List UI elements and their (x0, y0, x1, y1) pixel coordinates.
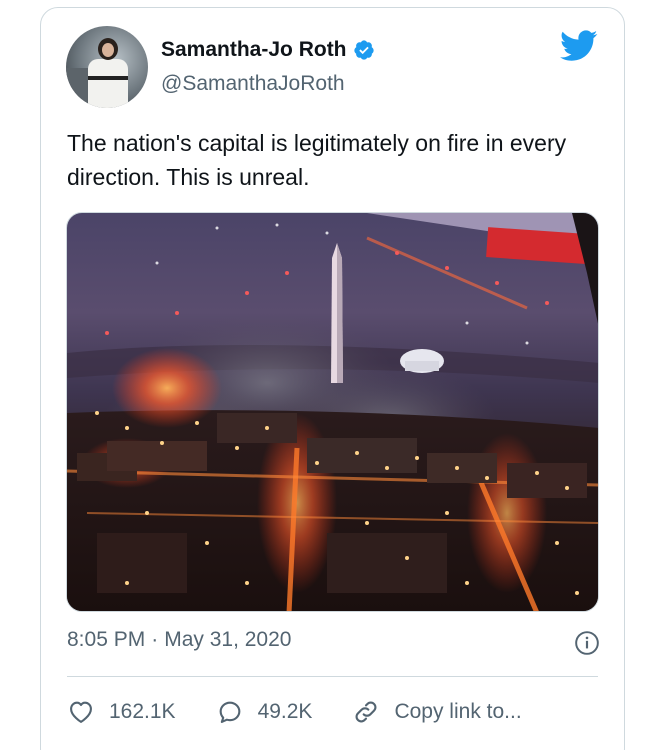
copy-link-button[interactable]: Copy link to... (352, 698, 522, 726)
author-name-row[interactable]: Samantha-Jo Roth (161, 38, 375, 62)
tweet-date: May 31, 2020 (164, 628, 292, 651)
like-button[interactable]: 162.1K (67, 698, 176, 726)
like-count: 162.1K (109, 700, 176, 723)
tweet-actions: 162.1K 49.2K Copy link to... (67, 698, 522, 726)
avatar[interactable] (66, 26, 148, 108)
speech-bubble-icon (219, 701, 240, 723)
tweet-photo[interactable] (66, 212, 599, 612)
author-handle[interactable]: @SamanthaJoRoth (161, 72, 345, 96)
tweet-time: 8:05 PM (67, 628, 146, 651)
link-icon (355, 701, 377, 723)
twitter-bird-icon[interactable] (560, 30, 598, 62)
info-icon[interactable] (574, 630, 600, 656)
verified-badge-icon (353, 40, 374, 60)
divider (67, 676, 598, 677)
timestamp-separator: · (151, 628, 159, 651)
reply-button[interactable]: 49.2K (216, 698, 313, 726)
tweet-timestamp[interactable]: 8:05 PM · May 31, 2020 (67, 628, 291, 652)
tweet-text: The nation's capital is legitimately on … (67, 130, 567, 190)
heart-icon (70, 701, 92, 723)
reply-count: 49.2K (257, 700, 313, 723)
author-display-name[interactable]: Samantha-Jo Roth (161, 38, 347, 62)
tweet-card[interactable]: Samantha-Jo Roth @SamanthaJoRoth The nat… (40, 7, 625, 750)
copy-link-label: Copy link to... (394, 700, 522, 723)
photo-dc-fire-aerial (67, 213, 598, 611)
